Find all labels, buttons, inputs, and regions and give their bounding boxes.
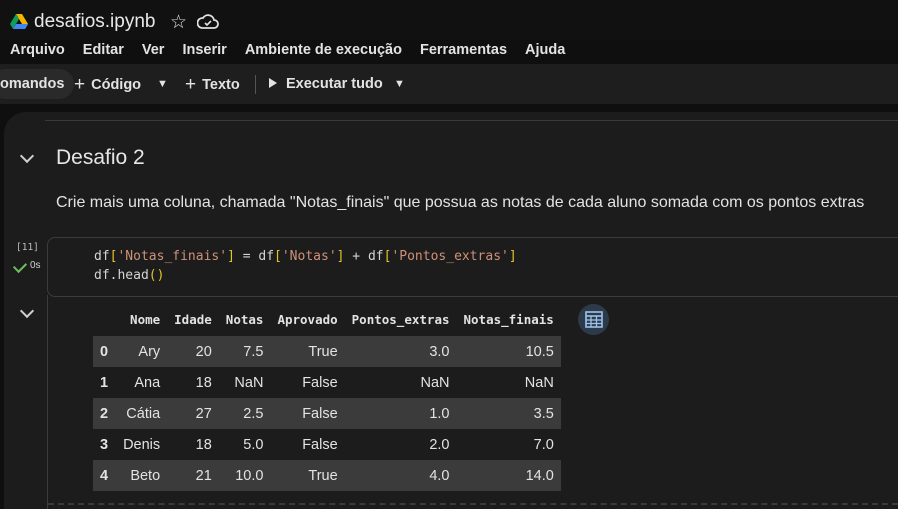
table-cell: Ana	[134, 374, 161, 391]
notebook-title[interactable]: desafios.ipynb	[34, 11, 155, 33]
plus-icon: +	[74, 74, 86, 95]
row-index: 2	[100, 405, 109, 422]
add-text-button[interactable]: + Texto	[185, 69, 240, 99]
menu-arquivo[interactable]: Arquivo	[0, 40, 73, 60]
table-cell: 2.0	[429, 436, 450, 453]
table-cell: 7.0	[533, 436, 554, 453]
add-text-label: Texto	[202, 77, 240, 93]
table-cell: 18	[195, 374, 212, 391]
execution-time: 0s	[30, 260, 41, 271]
menu-ambiente-de-execucao[interactable]: Ambiente de execução	[235, 40, 410, 60]
table-cell: Beto	[130, 467, 161, 484]
menu-ver[interactable]: Ver	[132, 40, 173, 60]
add-code-button[interactable]: + Código	[74, 69, 141, 99]
output-border	[47, 295, 48, 509]
table-cell: 27	[195, 405, 212, 422]
add-code-label: Código	[91, 77, 142, 93]
execution-count: [11]	[16, 242, 39, 253]
table-cell: True	[308, 467, 338, 484]
code-dropdown-chevron-icon[interactable]: ▼	[157, 69, 168, 99]
table-cell: False	[302, 436, 338, 453]
row-index: 0	[100, 343, 109, 360]
table-cell: 3.5	[533, 405, 554, 422]
output-bottom-divider	[48, 503, 898, 505]
menu-inserir[interactable]: Inserir	[172, 40, 234, 60]
table-cell: 1.0	[429, 405, 450, 422]
menu-ajuda[interactable]: Ajuda	[515, 40, 573, 60]
table-header-row: Nome Idade Notas Aprovado Pontos_extras …	[93, 303, 561, 336]
command-palette-button[interactable]: omandos	[0, 69, 75, 99]
menu-ferramentas[interactable]: Ferramentas	[410, 40, 515, 60]
table-cell: 10.5	[525, 343, 554, 360]
row-index: 4	[100, 467, 109, 484]
table-grid-icon	[585, 311, 603, 328]
star-icon[interactable]: ☆	[170, 11, 187, 34]
table-cell: NaN	[420, 374, 450, 391]
table-cell: 21	[195, 467, 212, 484]
column-header: Aprovado	[277, 312, 338, 327]
play-icon	[269, 78, 277, 88]
table-row: 1 Ana 18 NaN False NaN NaN	[93, 367, 561, 398]
table-cell: 20	[195, 343, 212, 360]
table-cell: False	[302, 405, 338, 422]
column-header: Pontos_extras	[351, 312, 450, 327]
table-cell: 4.0	[429, 467, 450, 484]
menu-bar: Arquivo Editar Ver Inserir Ambiente de e…	[0, 40, 573, 60]
table-cell: 7.5	[243, 343, 264, 360]
drive-logo-icon	[10, 14, 28, 29]
column-header: Idade	[174, 312, 212, 327]
table-row: 4 Beto 21 10.0 True 4.0 14.0	[93, 460, 561, 491]
row-index: 3	[100, 436, 109, 453]
code-line-2[interactable]: df.head()	[94, 268, 164, 283]
column-header: Notas_finais	[463, 312, 554, 327]
section-divider	[45, 120, 898, 121]
table-cell: True	[308, 343, 338, 360]
table-cell: 2.5	[243, 405, 264, 422]
section-description: Crie mais uma coluna, chamada "Notas_fin…	[56, 194, 865, 211]
table-cell: Denis	[123, 436, 161, 453]
title-bar: desafios.ipynb ☆	[0, 0, 898, 40]
menu-editar[interactable]: Editar	[73, 40, 132, 60]
index-header	[93, 303, 116, 336]
code-line-1[interactable]: df['Notas_finais'] = df['Notas'] + df['P…	[94, 249, 517, 264]
table-cell: 3.0	[429, 343, 450, 360]
cloud-saved-icon[interactable]	[197, 13, 219, 31]
table-cell: 14.0	[525, 467, 554, 484]
table-cell: NaN	[524, 374, 554, 391]
table-cell: False	[302, 374, 338, 391]
table-cell: NaN	[234, 374, 264, 391]
table-row: 3 Denis 18 5.0 False 2.0 7.0	[93, 429, 561, 460]
run-all-button[interactable]: Executar tudo	[269, 69, 383, 99]
table-row: 0 Ary 20 7.5 True 3.0 10.5	[93, 336, 561, 367]
table-cell: 5.0	[243, 436, 264, 453]
column-header: Notas	[225, 312, 264, 327]
plus-icon: +	[185, 74, 197, 95]
run-all-dropdown-chevron-icon[interactable]: ▼	[394, 69, 405, 99]
table-row: 2 Cátia 27 2.5 False 1.0 3.5	[93, 398, 561, 429]
table-cell: Cátia	[126, 405, 161, 422]
table-cell: 10.0	[235, 467, 264, 484]
row-index: 1	[100, 374, 109, 391]
table-cell: Ary	[138, 343, 161, 360]
section-heading: Desafio 2	[56, 146, 145, 169]
toolbar-divider	[255, 75, 256, 94]
dataframe-table: Nome Idade Notas Aprovado Pontos_extras …	[93, 303, 561, 491]
interactive-table-button[interactable]	[578, 304, 609, 335]
table-cell: 18	[195, 436, 212, 453]
toolbar: omandos + Código ▼ + Texto Executar tudo ▼	[0, 64, 898, 104]
column-header: Nome	[130, 312, 161, 327]
run-all-label: Executar tudo	[286, 76, 383, 92]
code-cell-editor[interactable]	[47, 237, 898, 297]
